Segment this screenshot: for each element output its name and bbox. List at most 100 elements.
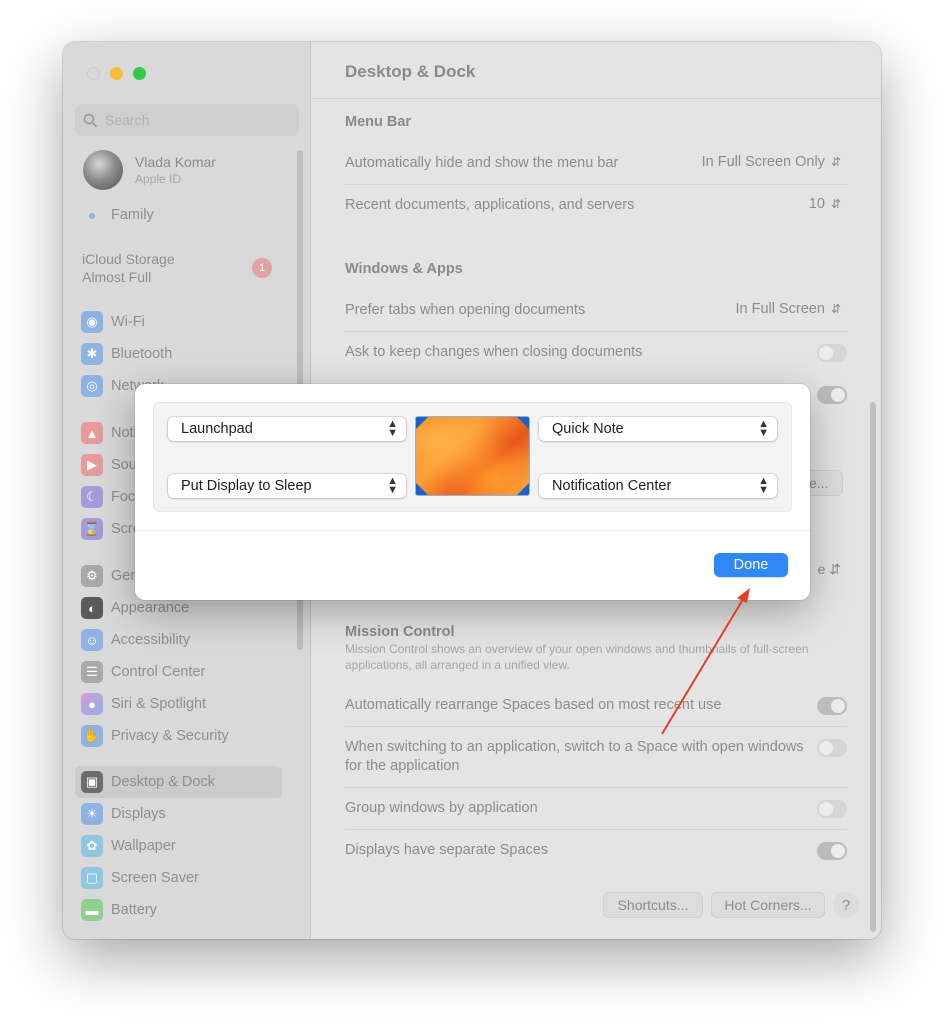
sidebar-item-control-center[interactable]: ☰ Control Center <box>81 660 205 684</box>
shortcuts-button[interactable]: Shortcuts... <box>603 892 703 918</box>
menu-bar-heading: Menu Bar <box>345 114 412 130</box>
bottom-left-corner-select[interactable]: Put Display to Sleep ▲ ▼ <box>168 474 406 498</box>
rearrange-spaces-toggle[interactable] <box>817 697 847 715</box>
sidebar-item-siri-spotlight[interactable]: ● Siri & Spotlight <box>81 692 206 716</box>
group-windows-label: Group windows by application <box>345 800 538 816</box>
corner-indicator-icon <box>416 417 428 429</box>
sidebar-item-label: Control Center <box>111 664 206 680</box>
select-value: Quick Note <box>552 421 624 437</box>
select-value: Notification Center <box>552 478 672 494</box>
dock-icon: ▣ <box>81 771 103 793</box>
select-value: Put Display to Sleep <box>181 478 312 494</box>
partial-hidden-toggle[interactable] <box>817 386 847 404</box>
corner-indicator-icon <box>416 483 428 495</box>
auto-hide-menu-bar-select[interactable]: In Full Screen Only ⇵ <box>702 154 841 170</box>
prefer-tabs-label: Prefer tabs when opening documents <box>345 302 586 318</box>
recent-items-label: Recent documents, applications, and serv… <box>345 197 635 213</box>
switch-space-toggle[interactable] <box>817 739 847 757</box>
select-value: Launchpad <box>181 421 253 437</box>
sidebar-item-label: Bluetooth <box>111 346 173 362</box>
rearrange-spaces-label: Automatically rearrange Spaces based on … <box>345 697 722 713</box>
ask-keep-changes-toggle[interactable] <box>817 344 847 362</box>
sidebar-item-label: Appearance <box>111 600 190 616</box>
control-center-icon: ☰ <box>81 661 103 683</box>
sidebar-item-label: Privacy & Security <box>111 728 229 744</box>
hourglass-icon: ⌛ <box>81 518 103 540</box>
chevron-updown-icon: ▲ ▼ <box>758 475 769 496</box>
sidebar-item-desktop-dock[interactable]: ▣ Desktop & Dock <box>81 770 215 794</box>
siri-icon: ● <box>81 693 103 715</box>
windows-apps-heading: Windows & Apps <box>345 261 463 277</box>
top-left-corner-select[interactable]: Launchpad ▲ ▼ <box>168 417 406 441</box>
sidebar-item-bluetooth[interactable]: ✱ Bluetooth <box>81 342 172 366</box>
prefer-tabs-select[interactable]: In Full Screen ⇵ <box>735 301 841 317</box>
close-button[interactable] <box>87 67 100 80</box>
partial-select[interactable]: e ⇵ <box>818 561 841 578</box>
zoom-button[interactable] <box>133 67 146 80</box>
group-windows-toggle[interactable] <box>817 800 847 818</box>
sidebar-item-displays[interactable]: ☀ Displays <box>81 802 166 826</box>
storage-line2: Almost Full <box>82 269 152 285</box>
auto-hide-menu-bar-label: Automatically hide and show the menu bar <box>345 155 619 171</box>
bluetooth-icon: ✱ <box>81 343 103 365</box>
sidebar-item-label: Screen Saver <box>111 870 199 886</box>
recent-items-select[interactable]: 10 ⇵ <box>809 196 841 212</box>
apple-id-profile[interactable]: Vlada Komar Apple ID <box>83 150 216 190</box>
chevron-updown-icon: ⇵ <box>830 197 841 211</box>
gear-icon: ⚙ <box>81 565 103 587</box>
sidebar-item-label: Desktop & Dock <box>111 774 215 790</box>
moon-icon: ☾ <box>81 486 103 508</box>
sidebar-item-family[interactable]: ● Family <box>81 203 154 227</box>
separate-spaces-toggle[interactable] <box>817 842 847 860</box>
corner-indicator-icon <box>517 483 529 495</box>
select-value: 10 <box>808 196 825 212</box>
row-divider <box>345 331 847 332</box>
bottom-right-corner-select[interactable]: Notification Center ▲ ▼ <box>539 474 777 498</box>
bell-icon: ▲ <box>81 422 103 444</box>
top-right-corner-select[interactable]: Quick Note ▲ ▼ <box>539 417 777 441</box>
avatar <box>83 150 123 190</box>
sidebar-item-wifi[interactable]: ◉ Wi-Fi <box>81 310 145 334</box>
chevron-updown-icon: ▲ ▼ <box>387 475 398 496</box>
select-value: e <box>817 561 826 577</box>
sidebar-item-label: Wi-Fi <box>111 314 145 330</box>
sidebar-item-privacy-security[interactable]: ✋ Privacy & Security <box>81 724 229 748</box>
speaker-icon: ▶ <box>81 454 103 476</box>
storage-line1: iCloud Storage <box>82 251 175 267</box>
chevron-updown-icon: ▲ ▼ <box>387 418 398 439</box>
screensaver-icon: ▢ <box>81 867 103 889</box>
battery-icon: ▬ <box>81 899 103 921</box>
sidebar-item-label: Wallpaper <box>111 838 176 854</box>
row-divider <box>345 184 847 185</box>
notification-badge: 1 <box>252 258 272 278</box>
icloud-storage-warning[interactable]: iCloud Storage Almost Full <box>82 250 175 286</box>
mission-control-heading: Mission Control <box>345 624 455 640</box>
sidebar-item-label: Accessibility <box>111 632 190 648</box>
help-button[interactable]: ? <box>833 892 859 918</box>
sidebar-item-label: Family <box>111 207 154 223</box>
sidebar-item-wallpaper[interactable]: ✿ Wallpaper <box>81 834 176 858</box>
sidebar-item-screen-saver[interactable]: ▢ Screen Saver <box>81 866 199 890</box>
search-icon <box>83 113 97 127</box>
select-value: In Full Screen <box>735 301 825 317</box>
profile-subtitle: Apple ID <box>135 172 182 186</box>
hot-corners-button[interactable]: Hot Corners... <box>711 892 825 918</box>
done-button[interactable]: Done <box>714 553 788 577</box>
sidebar-item-battery[interactable]: ▬ Battery <box>81 898 157 922</box>
sidebar-item-label: Siri & Spotlight <box>111 696 207 712</box>
row-divider <box>345 829 847 830</box>
sidebar-item-label: Battery <box>111 902 157 918</box>
search-input[interactable]: Search <box>75 104 299 136</box>
wifi-icon: ◉ <box>81 311 103 333</box>
sidebar-item-accessibility[interactable]: ☺ Accessibility <box>81 628 190 652</box>
minimize-button[interactable] <box>110 67 123 80</box>
chevron-updown-icon: ⇵ <box>830 155 841 169</box>
select-value: In Full Screen Only <box>701 154 825 170</box>
ask-keep-changes-label: Ask to keep changes when closing documen… <box>345 344 643 360</box>
flower-icon: ✿ <box>81 835 103 857</box>
hand-icon: ✋ <box>81 725 103 747</box>
sidebar-item-label: Displays <box>111 806 166 822</box>
main-scrollbar[interactable] <box>870 402 876 932</box>
appearance-icon: ◐ <box>81 597 103 619</box>
chevron-updown-icon: ⇵ <box>829 561 841 577</box>
